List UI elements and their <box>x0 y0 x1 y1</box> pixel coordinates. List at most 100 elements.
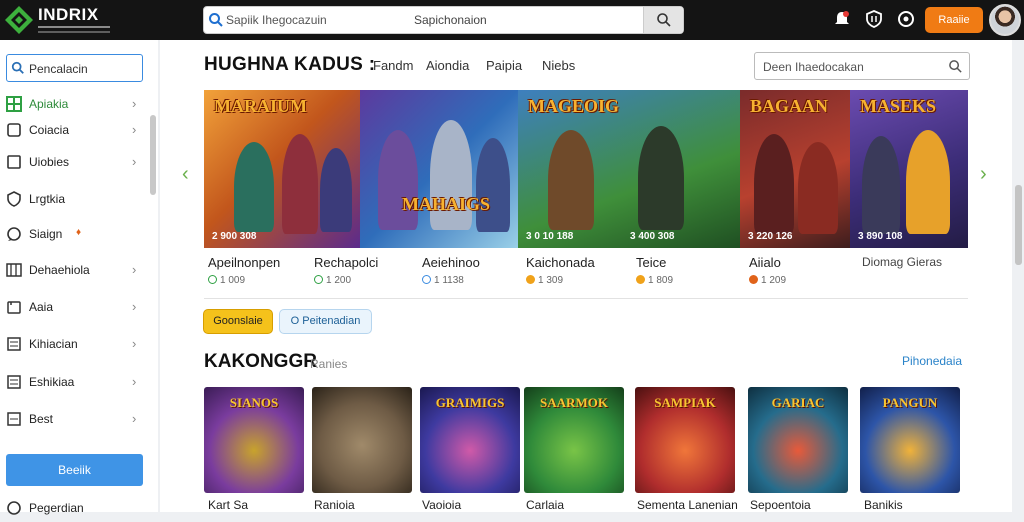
game-title[interactable]: Aeiehinoo <box>422 255 480 270</box>
sidebar-item-siaign[interactable]: Siaign ♦ <box>0 222 150 248</box>
carousel-next-icon[interactable]: › <box>980 163 987 186</box>
card-label[interactable]: Sementa Lanenian <box>637 498 738 512</box>
bell-icon[interactable] <box>833 10 851 28</box>
coin-icon[interactable] <box>897 10 915 28</box>
card-label[interactable]: Banikis <box>864 498 903 512</box>
sidebar-item-label: Kihiacian <box>29 337 78 351</box>
game-title[interactable]: Aiialo <box>749 255 781 270</box>
card-title: SAARMOK <box>540 395 608 410</box>
top-bar: INDRIX Sapiik Ihegocazuin Sapichonaion R… <box>0 0 1024 40</box>
category-card[interactable] <box>312 387 412 493</box>
banner-card[interactable]: MAHAIGS <box>360 90 518 248</box>
tab-paipia[interactable]: Paipia <box>486 58 522 73</box>
sidebar-item-label: Aaia <box>29 300 54 314</box>
sidebar-item-uiobies[interactable]: Uiobies › <box>0 150 150 176</box>
sidebar-item-label: Dehaehiola <box>29 263 90 277</box>
folder-icon <box>7 301 21 314</box>
sidebar-search-input[interactable]: Pencalacin <box>6 54 143 82</box>
filter-chip[interactable]: O Peitenadian <box>279 309 372 334</box>
sidebar-item-kihiacian[interactable]: Kihiacian › <box>0 332 150 358</box>
sidebar-item-aaia[interactable]: Aaia › <box>0 295 150 321</box>
search-button[interactable] <box>643 7 683 33</box>
banner-card[interactable]: BAGAAN 3 220 126 <box>740 90 850 248</box>
view-all-link[interactable]: Pihonedaia <box>902 354 962 368</box>
page-scrollbar[interactable] <box>1015 185 1022 265</box>
logo-text: INDRIX <box>38 5 99 24</box>
category-card[interactable]: SAARMOK <box>524 387 624 493</box>
sidebar-item-apiakia[interactable]: Apiakia › <box>0 92 150 118</box>
chat-icon <box>7 227 21 241</box>
sidebar-search-placeholder: Pencalacin <box>29 62 88 76</box>
coin-icon <box>749 275 758 284</box>
status-dot-icon <box>208 275 217 284</box>
card-title: SIANOS <box>229 395 279 410</box>
game-meta: 1 809 <box>636 275 673 286</box>
shield-icon <box>7 191 21 207</box>
search-icon <box>209 13 223 27</box>
sidebar-scrollbar[interactable] <box>150 115 156 195</box>
category-card[interactable]: GRAIMIGS <box>420 387 520 493</box>
game-title[interactable]: Rechapolci <box>314 255 378 270</box>
login-button[interactable]: Raaiie <box>925 7 983 33</box>
sidebar-cta-button[interactable]: Beeiik <box>6 454 143 486</box>
chevron-right-icon: › <box>132 299 137 314</box>
sidebar-item-label: Pegerdian <box>29 501 84 515</box>
game-title[interactable]: Teice <box>636 255 666 270</box>
chart-icon <box>6 263 22 277</box>
game-meta: 1 200 <box>314 275 351 286</box>
card-title: GARIAC <box>771 395 825 410</box>
coin-icon <box>636 275 645 284</box>
featured-search-input[interactable]: Deen Ihaedocakan <box>754 52 970 80</box>
divider <box>204 298 968 299</box>
tab-niebs[interactable]: Niebs <box>542 58 575 73</box>
game-meta: 1 1138 <box>422 275 464 286</box>
game-title[interactable]: Diomag Gieras <box>862 255 942 269</box>
carousel-prev-icon[interactable]: ‹ <box>182 163 189 186</box>
shield-icon[interactable] <box>865 10 883 28</box>
banner-card[interactable]: MASEKS 3 890 108 <box>850 90 968 248</box>
sidebar-item-label: Lrgtkia <box>29 192 66 206</box>
sidebar-item-label: Uiobies <box>29 155 70 169</box>
banner-caption: 3 220 126 <box>748 231 793 242</box>
banner-caption: 3 400 308 <box>630 231 675 242</box>
chevron-right-icon: › <box>132 122 137 137</box>
app-logo[interactable]: INDRIX <box>4 3 114 37</box>
list-icon <box>7 337 21 351</box>
chevron-right-icon: › <box>132 96 137 111</box>
category-card[interactable]: GARIAC <box>748 387 848 493</box>
sidebar-item-pegerdian[interactable]: Pegerdian <box>0 496 150 522</box>
tab-aiondia[interactable]: Aiondia <box>426 58 469 73</box>
coin-icon <box>526 275 535 284</box>
magnifier-icon <box>657 13 671 27</box>
category-card[interactable]: SIANOS <box>204 387 304 493</box>
card-label[interactable]: Kart Sa <box>208 498 248 512</box>
logo-icon <box>5 6 33 34</box>
tab-fandm[interactable]: Fandm <box>373 58 413 73</box>
search-input[interactable]: Sapiik Ihegocazuin <box>226 13 327 27</box>
filter-chip[interactable]: Goonslaie <box>203 309 273 334</box>
category-card[interactable]: SAMPIAK <box>635 387 735 493</box>
sidebar-item-lrgtkia[interactable]: Lrgtkia <box>0 187 150 213</box>
banner-title: MASEKS <box>860 96 937 116</box>
user-avatar[interactable] <box>989 4 1021 36</box>
search-icon <box>11 61 24 74</box>
game-meta: 1 009 <box>208 275 245 286</box>
sidebar-item-eshikiaa[interactable]: Eshikiaa › <box>0 370 150 396</box>
sidebar-item-coiacia[interactable]: Coiacia › <box>0 118 150 144</box>
global-search[interactable]: Sapiik Ihegocazuin Sapichonaion <box>203 6 684 34</box>
banner-card[interactable]: MAGEOIG 3 0 10 188 3 400 308 <box>518 90 740 248</box>
banner-title: BAGAAN <box>750 96 829 116</box>
logo-tagline <box>38 26 110 33</box>
card-label[interactable]: Ranioia <box>314 498 355 512</box>
sidebar-item-dehaehiola[interactable]: Dehaehiola › <box>0 258 150 284</box>
card-label[interactable]: Sepoentoia <box>750 498 811 512</box>
game-title[interactable]: Kaichonada <box>526 255 595 270</box>
status-dot-icon <box>422 275 431 284</box>
category-card[interactable]: PANGUN <box>860 387 960 493</box>
banner-card[interactable]: MARAIUM 2 900 308 <box>204 90 360 248</box>
card-label[interactable]: Vaoioia <box>422 498 461 512</box>
banner-title: MAHAIGS <box>402 194 491 214</box>
card-label[interactable]: Carlaia <box>526 498 564 512</box>
sidebar-item-best[interactable]: Best › <box>0 407 150 433</box>
game-title[interactable]: Apeilnonpen <box>208 255 280 270</box>
